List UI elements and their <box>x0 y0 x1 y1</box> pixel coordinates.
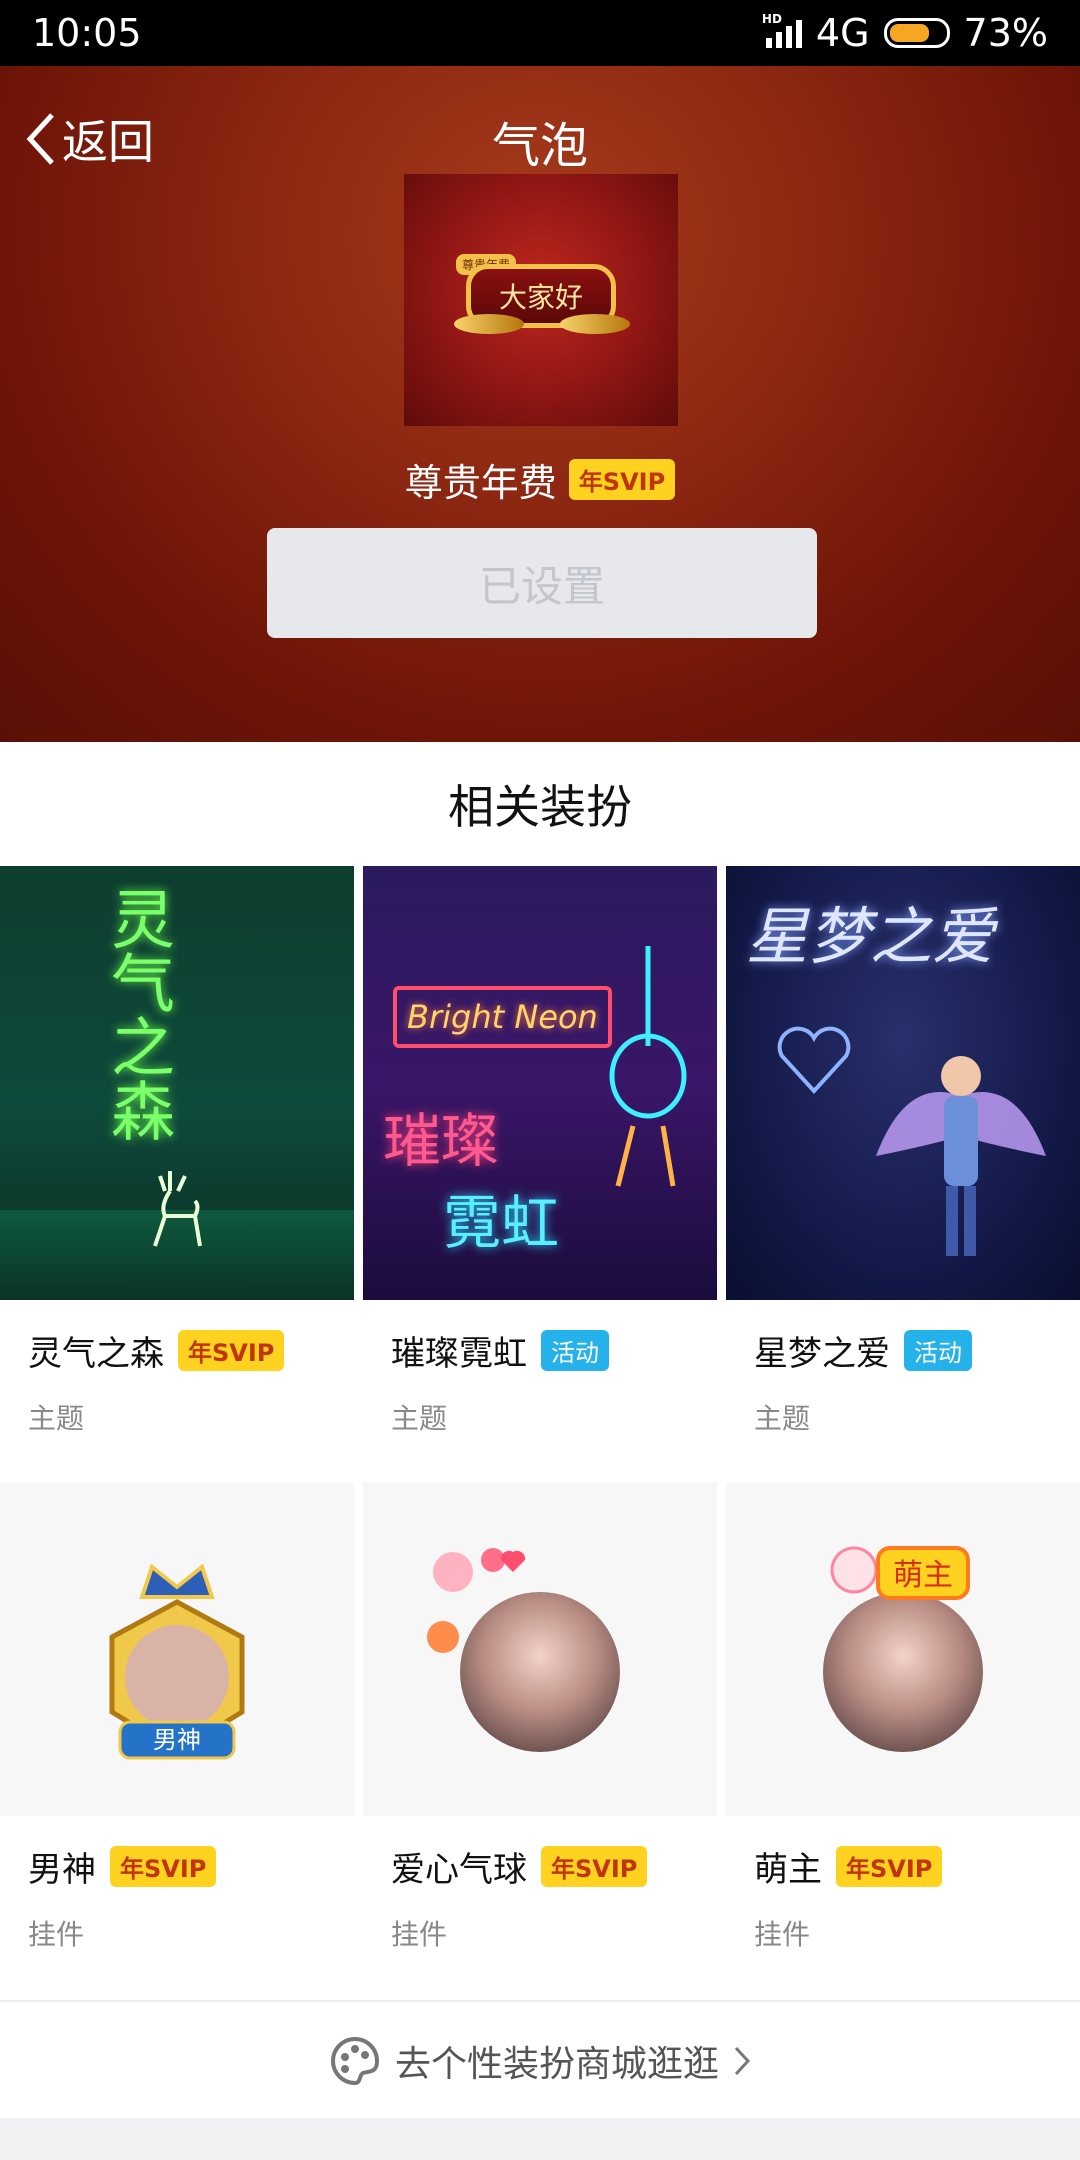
thumbnail-text: Bright Neon <box>393 986 612 1048</box>
thumbnail-text: 霓虹 <box>443 1189 560 1257</box>
wing-right-decoration <box>560 314 630 334</box>
deer-icon <box>153 1171 202 1247</box>
crown-frame-icon: 男神 <box>109 1563 245 1760</box>
event-badge: 活动 <box>541 1330 609 1371</box>
status-bar: 10:05 HD 4G 73% <box>0 0 1080 66</box>
svip-badge: 年SVIP <box>836 1846 943 1887</box>
pendant-thumbnail: 男神 <box>0 1482 354 1816</box>
heart-balloon-icon <box>427 1548 526 1653</box>
store-link[interactable]: 去个性装扮商城逛逛 <box>0 2000 1080 2120</box>
item-name: 灵气之森 <box>28 1334 164 1374</box>
bubble-preview-image: 尊贵年费 大家好 <box>404 174 678 426</box>
chevron-right-icon <box>734 2046 751 2076</box>
theme-thumbnail: 灵气之森 <box>0 866 354 1300</box>
svip-badge: 年SVIP <box>110 1846 217 1887</box>
item-category: 主题 <box>754 1402 811 1435</box>
signal-icon: HD <box>762 12 802 48</box>
svip-badge: 年SVIP <box>568 459 676 500</box>
pendant-thumbnail <box>363 1482 717 1816</box>
svip-badge: 年SVIP <box>178 1330 285 1371</box>
pendant-text: 男神 <box>153 1726 201 1754</box>
footer-bottom <box>0 2118 1080 2160</box>
svip-badge: 年SVIP <box>541 1846 648 1887</box>
set-button[interactable]: 已设置 <box>267 528 817 638</box>
thumbnail-text: 璀璨 <box>383 1107 500 1175</box>
item-category: 主题 <box>391 1402 448 1435</box>
theme-thumbnail: 星梦之爱 <box>726 866 1080 1300</box>
item-name: 男神 <box>28 1850 96 1890</box>
related-title: 相关装扮 <box>448 780 632 834</box>
pendant-text: 萌主 <box>893 1558 953 1593</box>
status-time: 10:05 <box>32 11 142 55</box>
item-name: 萌主 <box>754 1850 822 1890</box>
item-name: 璀璨霓虹 <box>391 1334 527 1374</box>
bubble-detail-header: 返回 气泡 尊贵年费 大家好 尊贵年费 年SVIP 已设置 <box>0 66 1080 742</box>
related-item-1[interactable]: Bright Neon 璀璨 霓虹 璀璨霓虹 活动 主题 <box>363 866 717 1437</box>
pendant-thumbnail: 萌主 <box>726 1482 1080 1816</box>
battery-icon <box>883 18 950 48</box>
item-category: 挂件 <box>754 1918 811 1951</box>
network-type: 4G <box>815 11 870 55</box>
wings-icon <box>876 1056 1046 1256</box>
bubble-name-row: 尊贵年费 年SVIP <box>0 452 1080 507</box>
page-title: 气泡 <box>491 118 588 174</box>
related-item-5[interactable]: 萌主 萌主 年SVIP 挂件 <box>726 1482 1080 1953</box>
heart-icon <box>777 1026 851 1094</box>
item-name: 星梦之爱 <box>754 1334 890 1374</box>
item-name: 爱心气球 <box>391 1850 527 1890</box>
item-category: 挂件 <box>28 1918 85 1951</box>
guitar-icon <box>609 946 687 1187</box>
related-item-3[interactable]: 男神 男神 年SVIP 挂件 <box>0 1482 354 1953</box>
event-badge: 活动 <box>904 1330 972 1371</box>
related-item-0[interactable]: 灵气之森 灵气之森 年SVIP 主题 <box>0 866 354 1437</box>
related-item-4[interactable]: 爱心气球 年SVIP 挂件 <box>363 1482 717 1953</box>
thumbnail-text: 灵气之森 <box>100 886 174 1142</box>
related-item-2[interactable]: 星梦之爱 星梦之爱 活动 主题 <box>726 866 1080 1437</box>
palette-icon <box>330 2036 379 2086</box>
item-category: 主题 <box>28 1402 85 1435</box>
wing-left-decoration <box>454 314 524 334</box>
thumbnail-text: 星梦之爱 <box>746 900 995 973</box>
bubble-name: 尊贵年费 <box>404 461 557 505</box>
store-link-text: 去个性装扮商城逛逛 <box>394 2044 719 2085</box>
battery-percent: 73% <box>963 11 1048 55</box>
item-category: 挂件 <box>391 1918 448 1951</box>
related-section: 相关装扮 灵气之森 灵气之森 年SVIP 主题 Bright Neon 璀璨 霓… <box>0 742 1080 2000</box>
theme-thumbnail: Bright Neon 璀璨 霓虹 <box>363 866 717 1300</box>
cute-lord-badge-icon: 萌主 <box>830 1546 970 1600</box>
